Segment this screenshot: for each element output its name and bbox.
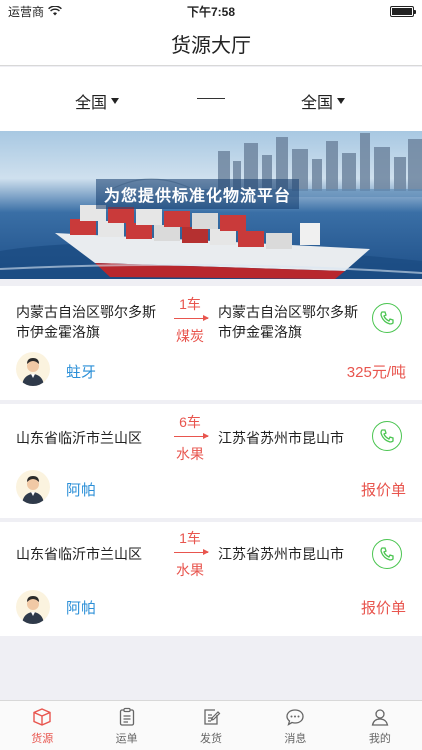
tab-waybill[interactable]: 运单 (84, 701, 168, 750)
cargo-card[interactable]: 山东省临沂市兰山区 1车 水果 江苏省苏州市昆山市 阿帕 报价单 (0, 522, 422, 636)
carrier-name: 运营商 (8, 4, 45, 19)
from-region-dropdown[interactable]: 全国 (75, 89, 120, 113)
status-bar: 运营商 下午7:58 (0, 0, 422, 22)
origin-address: 山东省临沂市兰山区 (16, 546, 142, 562)
phone-icon (380, 547, 394, 561)
shipper-avatar (16, 590, 50, 624)
cargo-quantity: 6车 (179, 414, 201, 430)
status-time: 下午7:58 (186, 4, 236, 19)
cargo-price: 325元/吨 (346, 364, 406, 381)
chat-bubble-icon (286, 708, 305, 726)
tab-label: 消息 (284, 732, 307, 745)
to-region-label: 全国 (301, 95, 334, 112)
bottom-tab-bar: 货源 运单 发货 消息 我的 (0, 700, 422, 750)
tab-label: 我的 (368, 732, 391, 745)
box-icon (33, 707, 51, 726)
nav-bar: 货源大厅 (0, 22, 422, 66)
battery-icon (390, 5, 416, 17)
tab-profile[interactable]: 我的 (338, 701, 422, 750)
call-button[interactable] (372, 303, 402, 333)
to-region-dropdown[interactable]: 全国 (301, 89, 346, 113)
tab-messages[interactable]: 消息 (253, 701, 337, 750)
destination-address: 江苏省苏州市昆山市 (218, 430, 344, 446)
call-button[interactable] (372, 421, 402, 451)
tab-label: 发货 (200, 732, 223, 745)
cargo-goods: 煤炭 (176, 328, 204, 344)
edit-document-icon (204, 708, 221, 725)
route-arrow-icon (174, 315, 209, 321)
tab-ship[interactable]: 发货 (169, 701, 253, 750)
cargo-goods: 水果 (176, 562, 204, 578)
cargo-quantity: 1车 (179, 530, 201, 546)
destination-address: 内蒙古自治区鄂尔多斯市伊金霍洛旗 (218, 304, 358, 340)
destination-address: 江苏省苏州市昆山市 (218, 546, 344, 562)
caret-down-icon (111, 98, 120, 104)
origin-address: 内蒙古自治区鄂尔多斯市伊金霍洛旗 (16, 304, 156, 340)
tab-label: 货源 (31, 732, 54, 745)
shipper-avatar (16, 470, 50, 504)
route-arrow-icon (174, 549, 209, 555)
cargo-price[interactable]: 报价单 (361, 479, 406, 500)
phone-icon (380, 311, 394, 325)
person-avatar-icon (22, 596, 44, 624)
wifi-icon (48, 6, 62, 16)
carrier-indicator: 运营商 (8, 3, 62, 20)
cargo-card[interactable]: 内蒙古自治区鄂尔多斯市伊金霍洛旗 1车 煤炭 内蒙古自治区鄂尔多斯市伊金霍洛旗 … (0, 286, 422, 400)
user-icon (371, 708, 389, 726)
cargo-card[interactable]: 山东省临沂市兰山区 6车 水果 江苏省苏州市昆山市 阿帕 报价单 (0, 404, 422, 518)
origin-address: 山东省临沂市兰山区 (16, 430, 142, 446)
tab-cargo[interactable]: 货源 (0, 701, 84, 750)
cargo-goods: 水果 (176, 446, 204, 462)
shipper-name[interactable]: 阿帕 (66, 479, 96, 500)
tab-label: 运单 (115, 732, 138, 745)
page-title: 货源大厅 (171, 35, 251, 57)
from-region-label: 全国 (75, 95, 108, 112)
shipper-name[interactable]: 阿帕 (66, 597, 96, 618)
promo-banner[interactable]: 为您提供标准化物流平台 (0, 131, 422, 279)
shipper-avatar (16, 352, 50, 386)
cargo-quantity: 1车 (179, 296, 201, 312)
banner-slogan: 为您提供标准化物流平台 (96, 179, 300, 209)
caret-down-icon (337, 98, 346, 104)
region-filter-bar: 全国 全国 (0, 67, 422, 131)
route-arrow-icon (174, 433, 209, 439)
phone-icon (380, 429, 394, 443)
person-avatar-icon (22, 476, 44, 504)
route-divider (197, 98, 225, 99)
clipboard-icon (119, 707, 134, 726)
shipper-name[interactable]: 蛀牙 (66, 361, 96, 382)
cargo-price[interactable]: 报价单 (361, 597, 406, 618)
call-button[interactable] (372, 539, 402, 569)
person-avatar-icon (22, 358, 44, 386)
